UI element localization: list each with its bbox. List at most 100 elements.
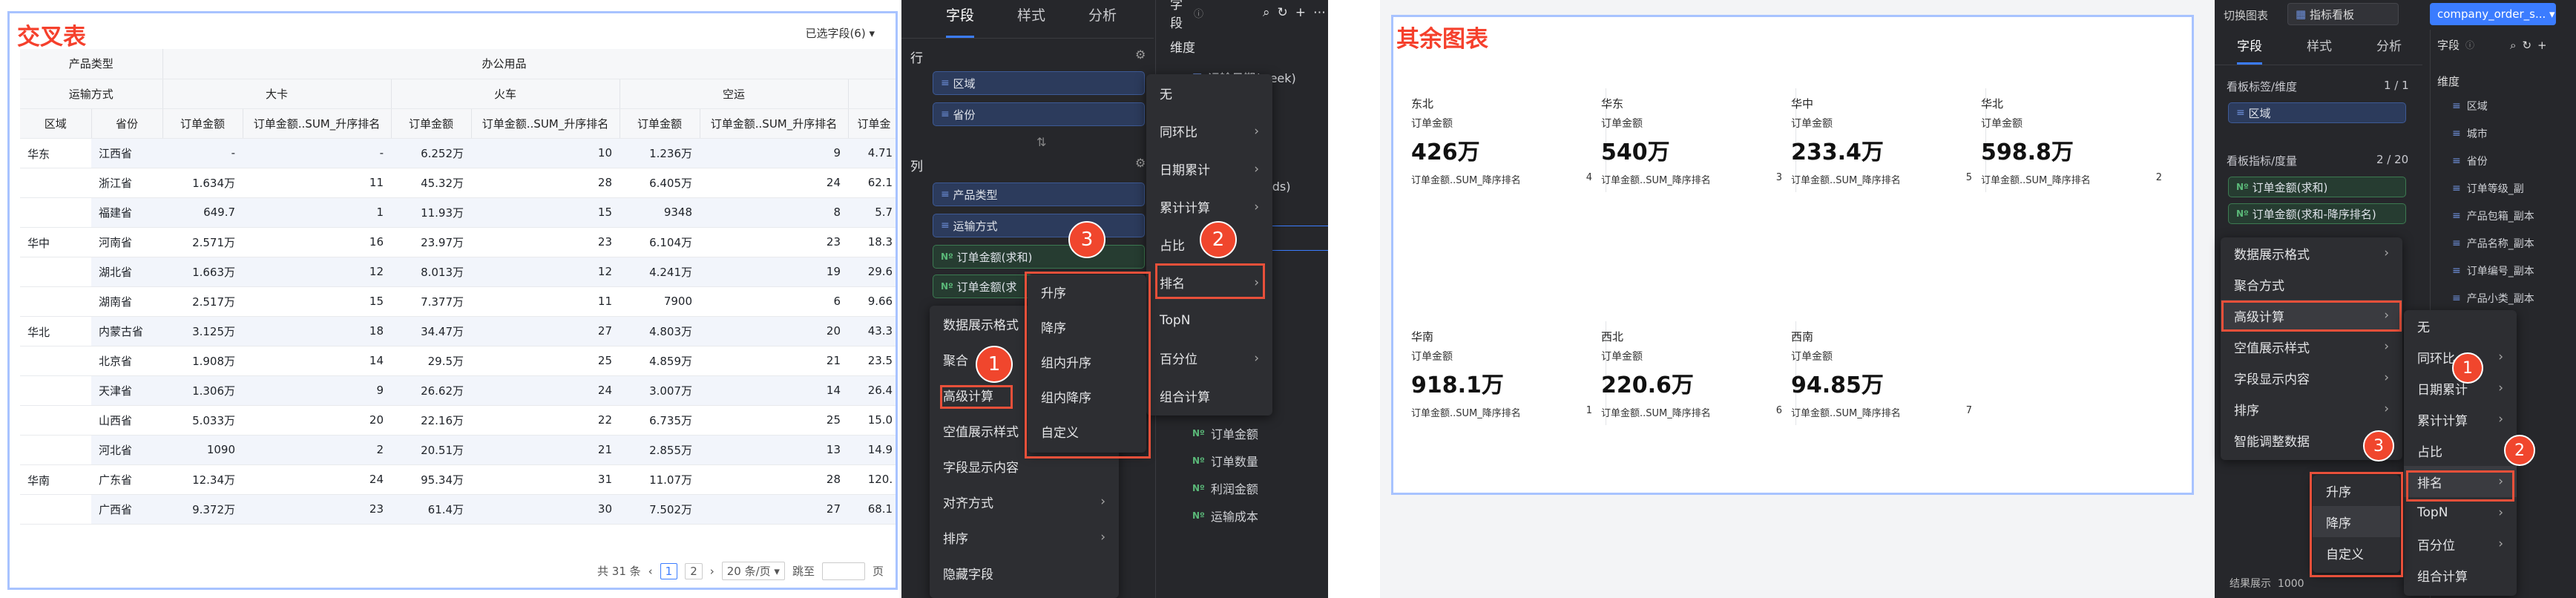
field-item-label: 订单编号_副本 xyxy=(2466,265,2534,277)
kpi-region: 华中 xyxy=(1791,97,1814,111)
swap-icon[interactable]: ⇅ xyxy=(1036,135,1046,149)
tab-analysis[interactable]: 分析 xyxy=(1088,4,1117,38)
col-pill-amount-sum[interactable]: Nº 订单金额(求和) xyxy=(933,245,1145,269)
menu-item[interactable]: TopN › xyxy=(2404,497,2517,528)
menu-item[interactable]: 排序 › xyxy=(930,519,1119,555)
menu-item-label: 百分位 xyxy=(2417,538,2455,553)
page-size-select[interactable]: 20 条/页 ▾ xyxy=(721,562,785,580)
field-item[interactable]: ≡ 区域 xyxy=(2452,92,2575,119)
menu-item[interactable]: 组合计算 xyxy=(1146,377,1272,415)
menu-item[interactable]: 排序 › xyxy=(2221,393,2402,424)
cell-province: 北京省 xyxy=(91,346,163,376)
row-pill-province[interactable]: ≡ 省份 xyxy=(933,102,1145,126)
field-item[interactable]: Nº 利润金额 xyxy=(1192,474,1258,502)
dim-pill-region[interactable]: ≡ 区域 xyxy=(2228,102,2406,123)
col-pill-ship-mode[interactable]: ≡ 运输方式 xyxy=(933,214,1145,237)
cell-value: 6.735万 xyxy=(620,405,700,436)
jump-input[interactable] xyxy=(821,562,865,580)
row-pill-region[interactable]: ≡ 区域 xyxy=(933,71,1145,95)
field-item[interactable]: Nº 运输成本 xyxy=(1192,502,1258,529)
field-item[interactable]: ≡ 订单等级_副 xyxy=(2452,174,2575,202)
menu-item[interactable]: 日期累计 › xyxy=(1146,150,1272,188)
cell-value: 23.5 xyxy=(848,346,896,376)
field-item[interactable]: ≡ 产品包箱_副本 xyxy=(2452,202,2575,229)
cell-province: 广东省 xyxy=(91,464,163,495)
menu-item-label: 字段显示内容 xyxy=(943,460,1019,476)
gear-icon[interactable]: ⚙ xyxy=(1135,156,1146,170)
cell-value: 13 xyxy=(700,435,849,465)
cell-value: 6.104万 xyxy=(620,227,700,257)
header-measure: 订单金额..SUM_升序排名 xyxy=(700,108,849,139)
add-icon[interactable]: + xyxy=(1295,5,1306,20)
add-icon[interactable]: + xyxy=(2537,39,2547,52)
menu-item-label: 组合计算 xyxy=(2417,569,2468,585)
cell-value: 28 xyxy=(700,464,849,495)
measure-pill-amount-rank[interactable]: Nº 订单金额(求和-降序排名) xyxy=(2228,203,2406,224)
menu-item[interactable]: 累计计算 › xyxy=(2404,404,2517,435)
kpi-rank: 2 xyxy=(2155,172,2162,183)
cell-value: 14 xyxy=(700,375,849,406)
cell-value: 24 xyxy=(471,375,620,406)
field-item[interactable]: Nº 订单数量 xyxy=(1192,447,1258,474)
refresh-icon[interactable]: ↻ xyxy=(2522,39,2531,52)
menu-item[interactable]: 百分位 › xyxy=(2404,528,2517,559)
field-item[interactable]: ≡ 产品小类_副本 xyxy=(2452,284,2575,312)
menu-item[interactable]: 隐藏字段 xyxy=(930,555,1119,591)
menu-item[interactable]: 百分位 › xyxy=(1146,339,1272,377)
jump-label: 跳至 xyxy=(792,565,815,578)
menu-item[interactable]: 聚合方式 xyxy=(2221,269,2402,300)
table-row: 福建省 649.7 1 11.93万 15 9348 8 5.7 xyxy=(20,197,896,228)
more-icon[interactable]: ⋯ xyxy=(1313,5,1326,20)
search-icon[interactable]: ⌕ xyxy=(1263,5,1270,20)
menu-item[interactable]: 对齐方式 › xyxy=(930,484,1119,519)
menu-item-label: 隐藏字段 xyxy=(943,567,993,582)
cell-region: 华中 xyxy=(20,227,91,257)
menu-item[interactable]: 同环比 › xyxy=(1146,112,1272,150)
field-item[interactable]: ≡ 产品名称_副本 xyxy=(2452,229,2575,257)
page-2[interactable]: 2 xyxy=(685,562,703,579)
prev-page-icon[interactable]: ‹ xyxy=(648,565,653,578)
menu-item[interactable]: 无 xyxy=(2404,310,2517,341)
chart-type-select[interactable]: ▦ 指标看板 xyxy=(2287,3,2399,25)
menu-item[interactable]: 字段显示内容 › xyxy=(2221,362,2402,393)
cell-value: 27 xyxy=(471,316,620,346)
next-page-icon[interactable]: › xyxy=(710,565,714,578)
menu-item[interactable]: TopN xyxy=(1146,301,1272,339)
kpi-region: 华北 xyxy=(1981,97,2004,111)
tab-style[interactable]: 样式 xyxy=(2307,36,2332,65)
cell-value: 30 xyxy=(471,494,620,525)
menu-item[interactable]: 无 xyxy=(1146,74,1272,112)
field-item[interactable]: Nº 订单金额 xyxy=(1192,419,1258,447)
field-item-label: 省份 xyxy=(2466,155,2488,168)
field-item[interactable]: ≡ 省份 xyxy=(2452,147,2575,174)
cell-value: 9 xyxy=(243,375,392,406)
tab-fields[interactable]: 字段 xyxy=(946,4,975,38)
step-badge-1: 1 xyxy=(976,346,1013,383)
menu-item[interactable]: 累计计算 › xyxy=(1146,188,1272,226)
search-icon[interactable]: ⌕ xyxy=(2510,39,2516,52)
menu-item[interactable]: 占比 xyxy=(2404,435,2517,466)
kpi-sub-label: 订单金额..SUM_降序排名 xyxy=(1791,408,1901,419)
refresh-icon[interactable]: ↻ xyxy=(1278,5,1288,20)
menu-item[interactable]: 空值展示样式 › xyxy=(2221,331,2402,362)
col-pill-product-type[interactable]: ≡ 产品类型 xyxy=(933,183,1145,206)
field-item[interactable]: ≡ 城市 xyxy=(2452,119,2575,147)
cell-value: 12 xyxy=(243,257,392,287)
cell-value: - xyxy=(162,138,243,168)
menu-item-label: 无 xyxy=(1160,88,1172,102)
page-1[interactable]: 1 xyxy=(660,562,678,579)
menu-item[interactable]: 数据展示格式 › xyxy=(2221,237,2402,269)
dataset-select[interactable]: company_order_s... ▾ xyxy=(2430,3,2556,25)
cell-province: 山西省 xyxy=(91,405,163,436)
selected-fields-dropdown[interactable]: 已选字段(6) ▾ xyxy=(805,25,875,41)
header-province: 省份 xyxy=(91,108,163,139)
field-item[interactable]: ≡ 订单编号_副本 xyxy=(2452,257,2575,284)
gear-icon[interactable]: ⚙ xyxy=(1135,47,1146,62)
measure-pill-amount[interactable]: Nº 订单金额(求和) xyxy=(2228,177,2406,197)
menu-item[interactable]: 组合计算 xyxy=(2404,559,2517,591)
tab-analysis[interactable]: 分析 xyxy=(2376,36,2402,65)
tab-fields[interactable]: 字段 xyxy=(2237,36,2262,65)
cell-value: 11 xyxy=(243,168,392,198)
table-row: 浙江省 1.634万 11 45.32万 28 6.405万 24 62.1 xyxy=(20,168,896,198)
tab-style[interactable]: 样式 xyxy=(1017,4,1045,38)
